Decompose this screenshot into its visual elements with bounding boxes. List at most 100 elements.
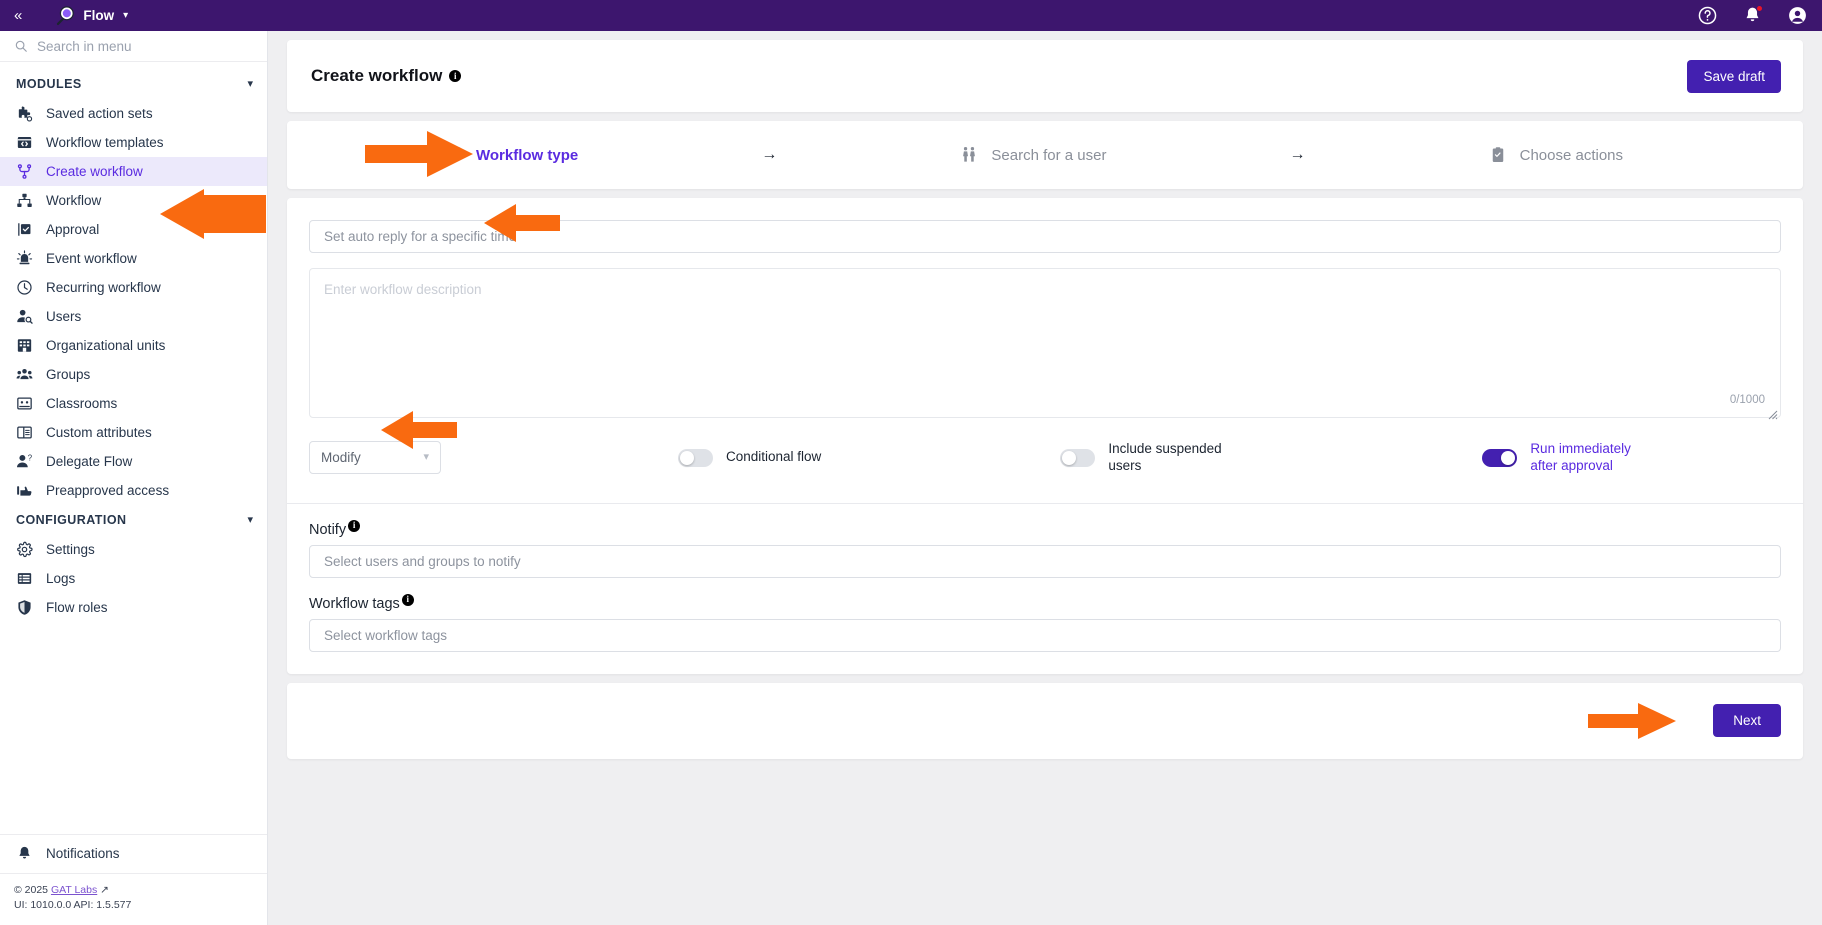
notify-label: Notify i: [309, 519, 1781, 538]
sidebar-item-custom-attributes[interactable]: Custom attributes: [0, 418, 267, 447]
workflow-options-row: Modify ▾ Conditional flow Include suspen…: [309, 423, 1781, 503]
workflow-description-wrapper: 0/1000: [309, 268, 1781, 423]
sidebar-item-notifications[interactable]: Notifications: [0, 835, 267, 874]
step-choose-actions[interactable]: Choose actions: [1489, 146, 1623, 164]
workflow-tags-label: Workflow tags i: [309, 593, 1781, 612]
run-immediately-toggle-group[interactable]: Run immediately after approval: [1482, 441, 1660, 475]
sidebar: MODULES ▾ Saved action sets Workflow tem…: [0, 31, 268, 925]
sidebar-footer: © 2025 GAT Labs ↗ UI: 1010.0.0 API: 1.5.…: [0, 874, 267, 925]
conditional-flow-toggle-group[interactable]: Conditional flow: [678, 448, 822, 467]
notification-badge: [1756, 5, 1763, 12]
sidebar-item-logs[interactable]: Logs: [0, 564, 267, 593]
sidebar-item-recurring-workflow[interactable]: Recurring workflow: [0, 273, 267, 302]
sidebar-section-configuration-header[interactable]: CONFIGURATION ▾: [0, 505, 267, 535]
resize-handle[interactable]: [1768, 410, 1778, 420]
step-label: Search for a user: [991, 146, 1107, 164]
sidebar-item-settings[interactable]: Settings: [0, 535, 267, 564]
sidebar-item-label: Approval: [46, 222, 100, 237]
shield-icon: [18, 600, 31, 615]
footer-copyright-row: © 2025 GAT Labs ↗: [14, 883, 253, 898]
chevron-down-icon[interactable]: ▾: [123, 10, 128, 21]
sidebar-item-classrooms[interactable]: Classrooms: [0, 389, 267, 418]
arrow-right-icon: →: [761, 146, 778, 163]
include-suspended-users-label: Include suspended users: [1108, 441, 1222, 473]
arrow-to-next-button: [1588, 702, 1676, 739]
workflow-tags-input[interactable]: [309, 618, 1781, 652]
sidebar-item-workflow-templates[interactable]: Workflow templates: [0, 128, 267, 157]
workflow-description-textarea[interactable]: [309, 268, 1781, 418]
workflow-name-input[interactable]: [309, 220, 1781, 253]
sidebar-section-modules-header[interactable]: MODULES ▾: [0, 69, 267, 99]
classroom-icon: [17, 397, 32, 410]
external-link-icon[interactable]: ↗: [100, 884, 109, 896]
help-circle-icon[interactable]: [1697, 5, 1718, 26]
search-input[interactable]: [37, 38, 253, 54]
sidebar-notifications-label: Notifications: [46, 846, 120, 862]
step-workflow-type[interactable]: Workflow type: [445, 146, 578, 164]
sidebar-item-preapproved-access[interactable]: Preapproved access: [0, 476, 267, 505]
columns-icon: [17, 426, 32, 439]
conditional-flow-label: Conditional flow: [726, 449, 822, 465]
top-bar-right: [1697, 5, 1808, 26]
next-button[interactable]: Next: [1713, 704, 1781, 738]
sidebar-item-label: Delegate Flow: [46, 454, 133, 469]
svg-text:?: ?: [28, 453, 33, 462]
footer-version: UI: 1010.0.0 API: 1.5.577: [14, 898, 132, 911]
step-search-for-a-user[interactable]: Search for a user: [960, 146, 1106, 164]
page-header-card: Create workflow i Save draft: [287, 40, 1803, 112]
sidebar-item-organizational-units[interactable]: Organizational units: [0, 331, 267, 360]
sidebar-item-label: Saved action sets: [46, 106, 153, 121]
conditional-flow-toggle[interactable]: [678, 448, 713, 467]
step-label: Workflow type: [476, 146, 579, 164]
sidebar-item-label: Preapproved access: [46, 483, 170, 498]
info-icon[interactable]: i: [449, 70, 462, 82]
top-bar: « Flow ▾: [0, 0, 1822, 31]
building-icon: [17, 339, 32, 352]
sidebar-item-label: Custom attributes: [46, 425, 152, 440]
branch-icon: [17, 164, 32, 179]
gat-labs-link[interactable]: GAT Labs: [51, 884, 97, 896]
sidebar-section-configuration-title: CONFIGURATION: [16, 513, 127, 527]
notify-input[interactable]: [309, 544, 1781, 578]
run-immediately-toggle[interactable]: [1482, 448, 1518, 467]
include-suspended-users-toggle[interactable]: [1060, 448, 1096, 467]
sidebar-search-row[interactable]: [0, 31, 267, 62]
page-body: MODULES ▾ Saved action sets Workflow tem…: [0, 31, 1822, 925]
clipboard-icon: [1492, 147, 1503, 163]
bell-icon[interactable]: [1742, 5, 1763, 26]
sidebar-nav: MODULES ▾ Saved action sets Workflow tem…: [0, 62, 267, 834]
user-question-icon: ?: [16, 453, 33, 468]
sidebar-item-flow-roles[interactable]: Flow roles: [0, 593, 267, 622]
chevron-down-icon[interactable]: ▾: [247, 78, 253, 90]
character-counter: 0/1000: [1729, 394, 1765, 406]
flow-magnifier-logo: [57, 6, 75, 26]
brand[interactable]: Flow ▾: [55, 5, 128, 26]
arrow-right-icon: →: [1289, 146, 1306, 163]
include-suspended-users-toggle-group[interactable]: Include suspended users: [1060, 441, 1238, 475]
collapse-sidebar-icon[interactable]: «: [10, 6, 25, 25]
sidebar-item-approval[interactable]: Approval: [0, 215, 267, 244]
user-search-icon: [17, 309, 33, 324]
info-icon[interactable]: i: [401, 593, 414, 606]
workflow-tags-label-text: Workflow tags: [309, 595, 400, 612]
workflow-tags-field-block: Workflow tags i: [309, 578, 1781, 674]
sidebar-item-saved-action-sets[interactable]: Saved action sets: [0, 99, 267, 128]
sidebar-item-label: Workflow templates: [46, 135, 164, 150]
puzzle-icon: [18, 106, 33, 122]
sidebar-item-workflow[interactable]: Workflow: [0, 186, 267, 215]
hierarchy-icon: [17, 193, 32, 208]
sidebar-item-create-workflow[interactable]: Create workflow: [0, 157, 267, 186]
people-icon: [963, 147, 976, 162]
sidebar-item-groups[interactable]: Groups: [0, 360, 267, 389]
sidebar-item-delegate-flow[interactable]: ? Delegate Flow: [0, 447, 267, 476]
info-icon[interactable]: i: [348, 519, 361, 532]
sidebar-item-users[interactable]: Users: [0, 302, 267, 331]
action-type-select[interactable]: Modify ▾: [309, 441, 441, 475]
chevron-down-icon[interactable]: ▾: [247, 514, 253, 526]
sidebar-item-event-workflow[interactable]: Event workflow: [0, 244, 267, 273]
account-circle-icon[interactable]: [1787, 5, 1808, 26]
save-draft-button[interactable]: Save draft: [1687, 59, 1781, 93]
page-title-text: Create workflow: [311, 66, 443, 85]
branch-icon: [446, 147, 462, 163]
sidebar-item-label: Workflow: [46, 193, 102, 208]
